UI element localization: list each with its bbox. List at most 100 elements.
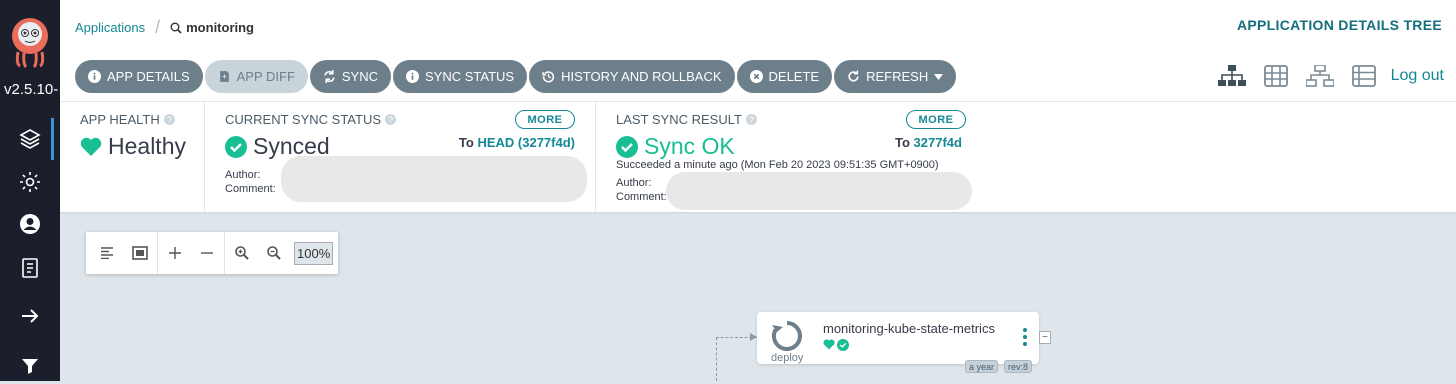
app-health-title-text: APP HEALTH [80, 112, 160, 127]
last-sync-section: LAST SYNC RESULT ? Sync OK MORE To 3277f… [596, 102, 986, 212]
applications-icon[interactable] [0, 121, 60, 157]
last-sync-to-label: To [895, 135, 910, 150]
delete-button[interactable]: DELETE [736, 60, 833, 93]
argo-logo[interactable] [8, 12, 52, 68]
version-label: v2.5.10- [4, 81, 59, 98]
node-revision-tag: rev:8 [1004, 360, 1033, 373]
heart-icon [823, 339, 835, 350]
delete-label: DELETE [768, 69, 820, 84]
check-circle-icon [225, 135, 247, 158]
heart-icon [80, 137, 102, 156]
sync-button[interactable]: SYNC [309, 60, 392, 93]
user-icon[interactable] [0, 206, 60, 242]
sync-status-label: SYNC STATUS [425, 69, 515, 84]
comment-label: Comment: [225, 183, 276, 195]
breadcrumb-separator: / [155, 17, 161, 37]
check-circle-icon [837, 339, 849, 351]
node-menu-icon[interactable] [1023, 328, 1029, 346]
graph-controls: 100% [86, 232, 338, 274]
divider [157, 232, 158, 274]
node-age-tag: a year [965, 360, 999, 373]
sidebar: v2.5.10- [0, 0, 60, 381]
help-icon[interactable]: ? [385, 114, 397, 125]
app-health-section: APP HEALTH ? Healthy [60, 102, 205, 212]
info-icon [88, 70, 101, 83]
list-view-icon[interactable] [1349, 64, 1379, 88]
help-icon[interactable]: ? [745, 114, 757, 125]
last-sync-revision-link[interactable]: 3277f4d [914, 135, 962, 150]
author-label: Author: [225, 169, 261, 181]
divider [224, 232, 225, 274]
file-diff-icon [219, 71, 229, 82]
last-sync-target: To 3277f4d [895, 135, 962, 150]
last-sync-meta-labels: Author: Comment: [616, 176, 667, 204]
sync-meta-labels: Author: Comment: [225, 168, 276, 196]
node-collapse-button[interactable]: − [1039, 331, 1051, 344]
last-sync-commit-redacted [666, 172, 972, 210]
app-health-value: Healthy [108, 133, 186, 159]
sync-revision-link[interactable]: HEAD (3277f4d) [477, 135, 575, 150]
last-sync-value: Sync OK [644, 133, 735, 159]
expand-all-icon[interactable] [159, 237, 191, 269]
deployment-icon [771, 321, 802, 351]
help-icon[interactable]: ? [163, 114, 175, 125]
history-rollback-button[interactable]: HISTORY AND ROLLBACK [529, 60, 735, 93]
refresh-label: REFRESH [866, 69, 929, 84]
sync-to-label: To [458, 135, 474, 150]
check-circle-icon [616, 135, 638, 158]
comment-label: Comment: [616, 191, 667, 203]
resource-name: monitoring-kube-state-metrics [823, 321, 995, 336]
resource-status [823, 339, 849, 351]
network-view-icon[interactable] [1305, 64, 1335, 88]
last-sync-more-button[interactable]: MORE [906, 110, 966, 129]
history-rollback-label: HISTORY AND ROLLBACK [561, 69, 722, 84]
zoom-level: 100% [294, 241, 334, 265]
current-sync-title-text: CURRENT SYNC STATUS [225, 112, 382, 127]
refresh-button[interactable]: REFRESH [834, 60, 957, 93]
info-icon [406, 70, 420, 83]
refresh-icon [848, 70, 859, 82]
collapse-all-icon[interactable] [191, 237, 223, 269]
author-label: Author: [616, 177, 652, 189]
sync-status-button[interactable]: SYNC STATUS [393, 60, 528, 93]
top-bar: Applications / monitoring APPLICATION DE… [60, 0, 1456, 48]
breadcrumb-current: monitoring [170, 20, 254, 35]
resource-node[interactable]: deploy monitoring-kube-state-metrics [757, 312, 1039, 364]
zoom-in-icon[interactable] [226, 237, 258, 269]
align-left-icon[interactable] [92, 237, 124, 269]
tree-view-icon[interactable] [1217, 64, 1247, 88]
status-panel: APP HEALTH ? Healthy CURRENT SYNC STATUS… [60, 102, 1456, 212]
delete-circle-icon [749, 70, 763, 83]
pods-grid-icon[interactable] [1261, 64, 1291, 88]
fit-screen-icon[interactable] [124, 237, 156, 269]
history-icon [542, 71, 555, 83]
resource-kind: deploy [771, 352, 804, 364]
breadcrumb-app-name: monitoring [186, 20, 255, 35]
zoom-out-icon[interactable] [258, 237, 290, 269]
sync-more-button[interactable]: MORE [515, 110, 575, 129]
app-diff-button[interactable]: APP DIFF [204, 60, 308, 93]
filter-icon[interactable] [0, 348, 60, 384]
docs-icon[interactable] [0, 250, 60, 286]
app-details-button[interactable]: APP DETAILS [75, 60, 203, 93]
last-sync-title-text: LAST SYNC RESULT [616, 112, 742, 127]
settings-icon[interactable] [0, 164, 60, 200]
caret-down-icon [934, 73, 944, 80]
view-switcher: Log out [1217, 64, 1444, 88]
commit-message-redacted [281, 156, 587, 202]
page-title: APPLICATION DETAILS TREE [1236, 17, 1442, 33]
sync-label: SYNC [341, 69, 379, 84]
app-health-title: APP HEALTH ? [80, 112, 204, 127]
toolbar: APP DETAILS APP DIFF SYNC SYNC STATUS HI… [60, 48, 1456, 102]
logout-link[interactable]: Log out [1391, 67, 1444, 85]
current-sync-section: CURRENT SYNC STATUS ? Synced MORE To HEA… [205, 102, 596, 212]
app-health-status: Healthy [80, 133, 204, 160]
breadcrumb: Applications / monitoring [75, 17, 254, 38]
expand-arrow-icon[interactable] [0, 298, 60, 334]
sync-target: To HEAD (3277f4d) [459, 135, 575, 150]
last-sync-timestamp: Succeeded a minute ago (Mon Feb 20 2023 … [616, 159, 939, 171]
breadcrumb-applications-link[interactable]: Applications [75, 20, 145, 35]
app-details-label: APP DETAILS [107, 69, 190, 84]
search-icon [170, 22, 182, 34]
tree-edge [716, 337, 717, 381]
